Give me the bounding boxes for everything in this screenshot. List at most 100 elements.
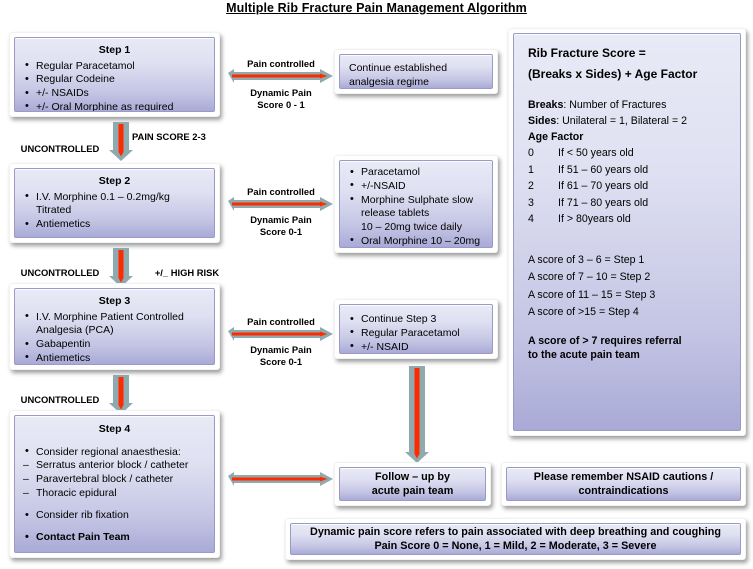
breaks-label: Breaks	[528, 99, 564, 111]
sides-label: Sides	[528, 115, 557, 127]
age-factor-score: 3	[528, 196, 534, 209]
outcome1-line2: analgesia regime	[349, 75, 429, 88]
step4-title: Step 4	[98, 423, 131, 435]
age-factor-row: 2 If 61 – 70 years old	[528, 178, 728, 195]
age-factor-row: 4 If > 80years old	[528, 211, 728, 228]
transition3-top-label: Pain controlled	[247, 316, 315, 327]
arrow-right-2	[228, 197, 334, 211]
age-factor-range: If > 80years old	[558, 213, 631, 225]
list-item: Serratus anterior block / catheter	[22, 459, 207, 473]
breaks-definition: Breaks: Number of Fractures	[528, 97, 728, 113]
label-line1: +/_ HIGH RISK	[154, 266, 220, 278]
arrow-down-3	[108, 375, 134, 415]
score-rule: A score of >15 = Step 4	[528, 306, 639, 318]
followup-line1: Follow – up by	[375, 471, 450, 483]
transition2-bottom-label: Dynamic Pain Score 0-1	[229, 214, 333, 237]
step1-box: Step 1 Regular Paracetamol Regular Codei…	[9, 32, 220, 117]
list-item: +/- NSAID	[347, 340, 485, 353]
list-item: Regular Paracetamol	[22, 59, 207, 73]
outcome2-box: Paracetamol +/-NSAID Morphine Sulphate s…	[334, 155, 498, 253]
step1-list: Regular Paracetamol Regular Codeine +/- …	[22, 59, 207, 111]
arrow-down-4	[404, 366, 430, 464]
step2-title: Step 2	[98, 175, 131, 187]
age-factor-range: If 61 – 70 years old	[558, 180, 649, 192]
sides-value: : Unilateral = 1, Bilateral = 2	[556, 115, 687, 127]
transition1-bottom-label: Dynamic Pain Score 0 - 1	[229, 87, 333, 110]
followup-line2: acute pain team	[371, 485, 454, 497]
list-item: Regular Codeine	[22, 73, 207, 87]
list-item: Titrated	[36, 204, 72, 217]
list-item: 10 – 20mg twice daily	[361, 221, 462, 234]
nsaid-note-line2: contraindications	[578, 485, 669, 497]
list-item: Gabapentin	[22, 338, 207, 352]
list-item: Regular Paracetamol	[347, 326, 485, 340]
list-item: Oral Morphine 10 – 20mg	[347, 234, 485, 247]
dynamic-pain-score-note-box: Dynamic pain score refers to pain associ…	[285, 518, 746, 560]
sides-definition: Sides: Unilateral = 1, Bilateral = 2	[528, 113, 728, 129]
step2-list: I.V. Morphine 0.1 – 0.2mg/kg Titrated An…	[22, 190, 207, 232]
transition3-bottom-label: Dynamic Pain Score 0-1	[229, 344, 333, 367]
list-item: +/- Oral Morphine as required	[22, 100, 207, 111]
label-line1: UNCONTROLLED	[20, 393, 100, 405]
transition3-bottom-line2: Score 0-1	[259, 355, 303, 367]
step2-box: Step 2 I.V. Morphine 0.1 – 0.2mg/kg Titr…	[9, 163, 220, 243]
age-factor-score: 4	[528, 213, 534, 225]
nsaid-note-line1: Please remember NSAID cautions /	[533, 471, 714, 483]
transition1-bottom-line2: Score 0 - 1	[257, 98, 305, 110]
age-factor-score: 2	[528, 180, 534, 192]
transition2-top-label: Pain controlled	[247, 186, 315, 197]
dynamic-note-line2: Pain Score 0 = None, 1 = Mild, 2 = Moder…	[374, 540, 657, 552]
list-item: +/- NSAIDs	[22, 87, 207, 101]
step4-box: Step 4 Consider regional anaesthesia: Se…	[9, 410, 220, 558]
list-item: Antiemetics	[22, 218, 207, 232]
arrow-right-3	[228, 327, 334, 341]
score-heading-line2: (Breaks x Sides) + Age Factor	[528, 67, 698, 81]
outcome3-list: Continue Step 3 Regular Paracetamol +/- …	[347, 312, 485, 353]
list-item: Paracetamol	[347, 165, 485, 179]
score-rule: A score of 3 – 6 = Step 1	[528, 253, 645, 266]
transition3-bottom-line1: Dynamic Pain	[250, 344, 312, 355]
arrow-down-1	[108, 122, 134, 162]
age-factor-range: If 51 – 60 years old	[558, 163, 649, 176]
arrow-right-1	[228, 69, 334, 83]
list-item: I.V. Morphine 0.1 – 0.2mg/kg	[22, 190, 207, 204]
dynamic-note-line1: Dynamic pain score refers to pain associ…	[310, 526, 721, 538]
list-item: Consider rib fixation	[22, 509, 207, 523]
list-item: Consider regional anaesthesia:	[22, 445, 207, 459]
age-factor-range: If < 50 years old	[558, 147, 634, 159]
outcome2-list: Paracetamol +/-NSAID Morphine Sulphate s…	[347, 165, 485, 247]
list-item: +/-NSAID	[347, 179, 485, 193]
followup-box: Follow – up by acute pain team	[334, 462, 491, 506]
referral-note-line1: A score of > 7 requires referral	[528, 334, 682, 347]
breaks-value: : Number of Fractures	[563, 99, 667, 111]
label-line1: UNCONTROLLED	[20, 266, 100, 278]
list-item: Continue Step 3	[347, 312, 485, 326]
rib-fracture-score-panel: Rib Fracture Score = (Breaks x Sides) + …	[508, 28, 746, 436]
score-rule: A score of 7 – 10 = Step 2	[528, 271, 651, 283]
list-item: Paravertebral block / catheter	[22, 473, 207, 487]
score-rule: A score of 11 – 15 = Step 3	[528, 288, 656, 301]
age-factor-score: 0	[528, 147, 534, 159]
transition2-bottom-line1: Dynamic Pain	[250, 214, 312, 225]
step3-title: Step 3	[98, 295, 131, 307]
label-line1: UNCONTROLLED	[20, 142, 100, 154]
list-item: Thoracic epidural	[22, 487, 207, 501]
referral-note-line2: to the acute pain team	[528, 348, 640, 361]
list-item: Analgesia (PCA)	[36, 324, 114, 337]
list-item: I.V. Morphine Patient Controlled	[22, 310, 207, 324]
age-factor-range: If 71 – 80 years old	[558, 196, 649, 209]
score-heading-line1: Rib Fracture Score =	[528, 46, 646, 60]
transition1-bottom-line1: Dynamic Pain	[250, 87, 312, 98]
transition1-top-label: Pain controlled	[247, 58, 315, 69]
step3-box: Step 3 I.V. Morphine Patient Controlled …	[9, 283, 220, 370]
list-item: Morphine Sulphate slow	[347, 193, 485, 207]
age-factor-score: 1	[528, 163, 534, 176]
pain-score-label-1: PAIN SCORE 2-3	[132, 131, 206, 142]
transition2-bottom-line2: Score 0-1	[259, 225, 303, 237]
nsaid-cautions-box: Please remember NSAID cautions / contrai…	[501, 462, 746, 506]
outcome1-box: Continue established analgesia regime	[334, 49, 498, 94]
list-item: Contact Pain Team	[22, 531, 207, 545]
page-title: Multiple Rib Fracture Pain Management Al…	[226, 1, 527, 15]
outcome3-box: Continue Step 3 Regular Paracetamol +/- …	[334, 299, 498, 359]
outcome1-line1: Continue established	[349, 62, 448, 74]
